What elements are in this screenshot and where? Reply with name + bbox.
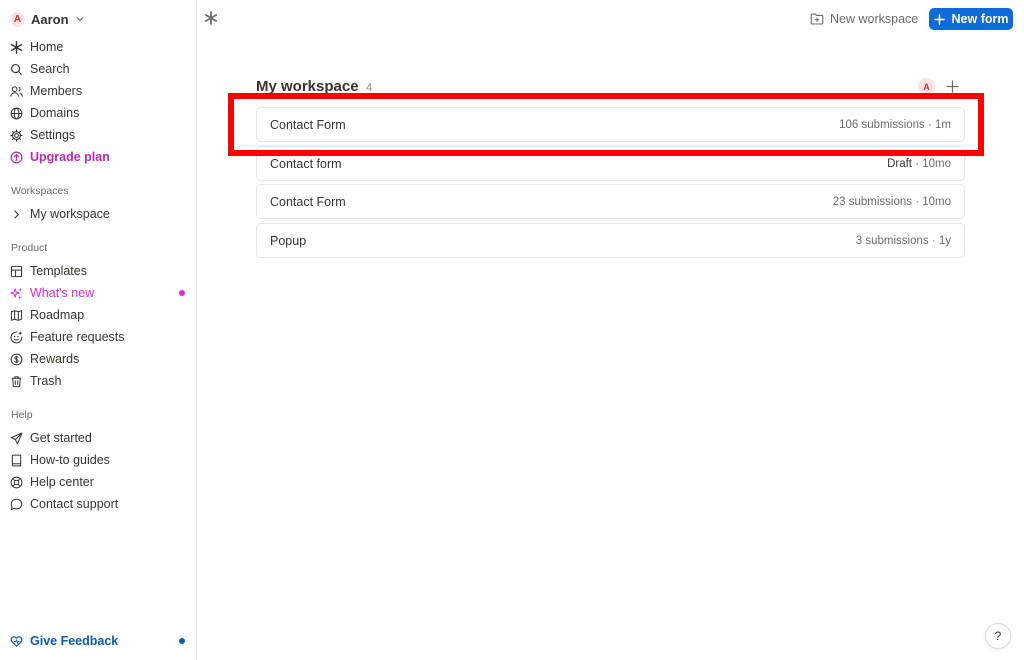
sidebar-item-label: Trash [30,374,62,388]
form-meta: Draft · 10mo [887,158,951,170]
sidebar-item-settings[interactable]: Settings [10,125,187,145]
sidebar-item-label: Rewards [30,352,80,366]
user-menu[interactable]: A Aaron [10,10,85,28]
notification-dot [179,638,185,644]
sidebar-item-home[interactable]: Home [10,37,187,57]
map-icon [10,309,23,321]
trash-icon [11,375,22,387]
sidebar-item-trash[interactable]: Trash [10,371,187,391]
sidebar-item-label: Upgrade plan [30,150,110,164]
sidebar-item-label: Settings [30,128,76,142]
form-row[interactable]: Contact Form 23 submissions · 10mo [256,184,965,219]
section-label-workspaces: Workspaces [11,185,69,197]
folder-plus-icon [810,13,824,25]
avatar: A [10,11,25,27]
form-name: Popup [270,233,307,248]
form-meta: 3 submissions · 1y [856,235,951,247]
sidebar-item-label: Search [30,62,70,76]
asterisk-logo-icon [204,11,218,25]
search-icon [11,63,23,75]
sidebar-item-label: Templates [30,264,87,278]
sidebar-item-label: Feature requests [30,330,125,344]
user-name: Aaron [31,11,69,27]
dollar-circle-icon [10,353,23,365]
form-meta: 23 submissions · 10mo [833,196,951,208]
sidebar-item-label: Contact support [30,497,119,511]
chat-bubble-icon [10,498,23,510]
gear-icon [10,128,23,142]
sidebar-item-label: What's new [30,286,95,300]
lifebuoy-icon [10,476,23,488]
globe-icon [10,107,23,119]
sidebar-item-label: Home [30,40,64,54]
templates-icon [10,265,23,277]
section-label-product: Product [11,242,48,254]
form-row[interactable]: Popup 3 submissions · 1y [256,223,965,258]
new-workspace-label: New workspace [830,12,919,26]
chevron-down-icon [76,17,83,22]
sidebar-item-templates[interactable]: Templates [10,261,187,281]
send-icon [10,432,23,444]
sidebar-item-help-center[interactable]: Help center [10,472,187,492]
sidebar-item-label: How-to guides [30,453,110,467]
members-icon [10,85,23,97]
form-name: Contact form [270,156,342,171]
sidebar-item-rewards[interactable]: Rewards [10,349,187,369]
form-details: 3 submissions · 1y [855,234,951,247]
form-name: Contact Form [270,194,346,209]
sidebar-item-domains[interactable]: Domains [10,103,187,123]
form-details: · 10mo [912,157,951,170]
sidebar-item-search[interactable]: Search [10,59,187,79]
asterisk-icon [10,40,23,54]
sidebar-item-contact-support[interactable]: Contact support [10,494,187,514]
form-status: Draft [887,157,912,170]
sidebar-item-label: Roadmap [30,308,85,322]
notification-dot [179,290,185,296]
sidebar: A Aaron Home Search Members Domains Sett… [0,0,197,660]
sidebar-item-whats-new[interactable]: What's new [10,283,187,303]
section-label-help: Help [11,409,33,421]
help-button[interactable]: ? [985,623,1011,649]
sidebar-item-label: Get started [30,431,92,445]
sidebar-item-label: Members [30,84,83,98]
add-form-icon[interactable] [946,80,959,93]
sidebar-item-how-to-guides[interactable]: How-to guides [10,450,187,470]
heart-icon [10,635,23,647]
new-workspace-button[interactable]: New workspace [810,9,918,29]
sidebar-item-members[interactable]: Members [10,81,187,101]
sidebar-item-feature-requests[interactable]: Feature requests [10,327,187,347]
sidebar-item-upgrade-plan[interactable]: Upgrade plan [10,147,187,167]
sidebar-item-label: Domains [30,106,80,120]
chevron-right-icon [14,209,20,219]
sidebar-item-get-started[interactable]: Get started [10,428,187,448]
upgrade-icon [10,151,23,163]
new-form-label: New form [951,12,1009,26]
give-feedback-button[interactable]: Give Feedback [10,631,187,651]
highlight-box [228,93,984,156]
sparkles-icon [10,287,23,300]
sidebar-item-my-workspace[interactable]: My workspace [10,204,187,224]
new-form-button[interactable]: New form [929,8,1013,30]
sidebar-item-label: My workspace [30,207,110,221]
book-icon [11,454,22,466]
smile-plus-icon [10,331,23,343]
form-details: 23 submissions · 10mo [832,195,951,208]
plus-icon [933,13,945,25]
give-feedback-label: Give Feedback [30,634,119,648]
sidebar-item-roadmap[interactable]: Roadmap [10,305,187,325]
sidebar-item-label: Help center [30,475,94,489]
